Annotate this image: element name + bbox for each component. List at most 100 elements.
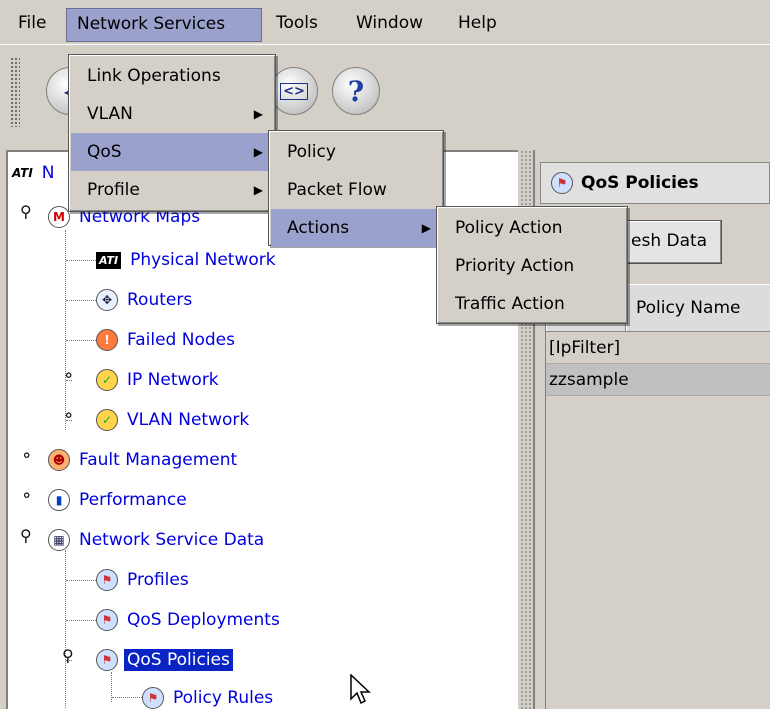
tree-guide	[66, 300, 96, 301]
qos-submenu: Policy Packet Flow Actions ▶	[268, 130, 444, 247]
tree-item-qos-deployments[interactable]: ⚑ QoS Deployments	[96, 605, 283, 635]
table-column-header-policy-name[interactable]: Policy Name	[626, 284, 770, 332]
tree-item-label: Failed Nodes	[127, 330, 235, 350]
tree-item-vlan-network[interactable]: ✓ VLAN Network	[96, 405, 252, 435]
submenu-arrow-icon: ▶	[421, 221, 431, 235]
menu-item-label: VLAN	[87, 104, 133, 124]
qos-policies-icon: ⚑	[96, 649, 118, 671]
network-maps-icon: M	[48, 206, 70, 228]
menu-item-priority-action[interactable]: Priority Action	[439, 247, 625, 285]
tree-guide	[112, 697, 142, 698]
tree-item-label: QoS Deployments	[127, 610, 280, 630]
expand-toggle-icon[interactable]: ⚬	[62, 406, 75, 425]
collapse-toggle-icon[interactable]: ⚲	[62, 646, 74, 665]
router-icon: ✥	[96, 289, 118, 311]
menu-help[interactable]: Help	[448, 8, 507, 42]
qos-deployments-icon: ⚑	[96, 609, 118, 631]
tree-item-label: Routers	[127, 290, 193, 310]
tree-item-label: Physical Network	[130, 250, 276, 270]
menu-network-services[interactable]: Network Services	[66, 8, 262, 42]
menu-item-qos[interactable]: QoS ▶	[71, 133, 273, 171]
tree-root-label: N	[41, 163, 55, 183]
tab-qos-policies[interactable]: ⚑ QoS Policies	[540, 162, 770, 204]
performance-chart-icon: ▮	[48, 489, 70, 511]
policy-rules-icon: ⚑	[142, 687, 164, 709]
help-button[interactable]: ?	[332, 67, 380, 115]
tree-item-label: IP Network	[127, 370, 219, 390]
menu-item-label: Packet Flow	[287, 180, 387, 200]
submenu-arrow-icon: ▶	[253, 183, 263, 197]
menu-item-link-operations[interactable]: Link Operations	[71, 57, 273, 95]
menu-item-actions[interactable]: Actions ▶	[271, 209, 441, 247]
menu-item-label: Link Operations	[87, 66, 221, 86]
root-logo-icon: ATI	[12, 166, 33, 180]
tree-item-profiles[interactable]: ⚑ Profiles	[96, 565, 192, 595]
tree-guide	[66, 340, 96, 341]
menu-bar: File Network Services Tools Window Help	[0, 0, 770, 44]
menu-item-label: QoS	[87, 142, 122, 162]
tree-item-label: VLAN Network	[127, 410, 250, 430]
expand-toggle-icon[interactable]: ⚬	[20, 486, 33, 505]
policy-table: Policy Name [IpFilter] zzsample	[545, 284, 770, 709]
network-services-menu: Link Operations VLAN ▶ QoS ▶ Profile ▶	[68, 54, 276, 212]
menu-item-label: Policy	[287, 142, 336, 162]
ip-network-icon: ✓	[96, 369, 118, 391]
tree-item-label: Policy Rules	[173, 688, 274, 708]
submenu-arrow-icon: ▶	[253, 107, 263, 121]
navigate-icon: <>	[280, 82, 308, 100]
tree-guide	[66, 580, 96, 581]
menu-item-packet-flow[interactable]: Packet Flow	[271, 171, 441, 209]
tree-item-performance[interactable]: ▮ Performance	[48, 485, 190, 515]
menu-item-traffic-action[interactable]: Traffic Action	[439, 285, 625, 323]
tree-item-fault-management[interactable]: ☻ Fault Management	[48, 445, 240, 475]
tree-guide	[65, 550, 66, 709]
menu-item-label: Traffic Action	[455, 294, 565, 314]
toolbar-grip[interactable]	[10, 57, 20, 127]
tab-title: QoS Policies	[581, 173, 699, 193]
tree-item-network-service-data[interactable]: ▦ Network Service Data	[48, 525, 267, 555]
menu-item-policy[interactable]: Policy	[271, 133, 441, 171]
menu-item-label: Actions	[287, 218, 350, 238]
tree-guide	[66, 260, 96, 261]
collapse-toggle-icon[interactable]: ⚲	[20, 526, 32, 545]
refresh-button-label: esh Data	[631, 231, 708, 251]
collapse-toggle-icon[interactable]: ⚲	[20, 202, 32, 221]
tree-item-failed-nodes[interactable]: ! Failed Nodes	[96, 325, 238, 355]
tree-item-qos-policies[interactable]: ⚑ QoS Policies	[96, 645, 233, 675]
tree-item-ip-network[interactable]: ✓ IP Network	[96, 365, 222, 395]
menu-item-policy-action[interactable]: Policy Action	[439, 209, 625, 247]
menu-item-label: Priority Action	[455, 256, 575, 276]
profiles-icon: ⚑	[96, 569, 118, 591]
tree-item-policy-rules[interactable]: ⚑ Policy Rules	[142, 683, 276, 709]
menu-tools[interactable]: Tools	[266, 8, 328, 42]
table-row[interactable]: [IpFilter]	[546, 332, 770, 364]
vlan-network-icon: ✓	[96, 409, 118, 431]
actions-submenu: Policy Action Priority Action Traffic Ac…	[436, 206, 628, 324]
menu-file[interactable]: File	[8, 8, 56, 42]
table-cell: zzsample	[549, 370, 629, 390]
tree-item-physical-network[interactable]: ATI Physical Network	[96, 245, 279, 275]
menu-item-label: Policy Action	[455, 218, 563, 238]
tree-item-label: Fault Management	[79, 450, 238, 470]
menu-item-profile[interactable]: Profile ▶	[71, 171, 273, 209]
tree-item-label: QoS Policies	[124, 649, 233, 671]
tree-guide	[66, 620, 96, 621]
tree-item-label: Network Service Data	[79, 530, 265, 550]
table-row[interactable]: zzsample	[546, 364, 770, 396]
column-header-label: Policy Name	[636, 298, 741, 318]
navigate-button[interactable]: <>	[270, 67, 318, 115]
menu-item-label: Profile	[87, 180, 140, 200]
tree-item-routers[interactable]: ✥ Routers	[96, 285, 195, 315]
fault-management-icon: ☻	[48, 449, 70, 471]
expand-toggle-icon[interactable]: ⚬	[62, 366, 75, 385]
network-service-data-icon: ▦	[48, 529, 70, 551]
menu-item-vlan[interactable]: VLAN ▶	[71, 95, 273, 133]
menu-window[interactable]: Window	[346, 8, 433, 42]
tree-root[interactable]: ATI N	[12, 158, 58, 188]
qos-policies-tab-icon: ⚑	[551, 172, 573, 194]
mouse-cursor-icon	[350, 674, 371, 705]
submenu-arrow-icon: ▶	[253, 145, 263, 159]
warning-icon: !	[96, 329, 118, 351]
physical-network-icon: ATI	[96, 251, 122, 269]
expand-toggle-icon[interactable]: ⚬	[20, 446, 33, 465]
